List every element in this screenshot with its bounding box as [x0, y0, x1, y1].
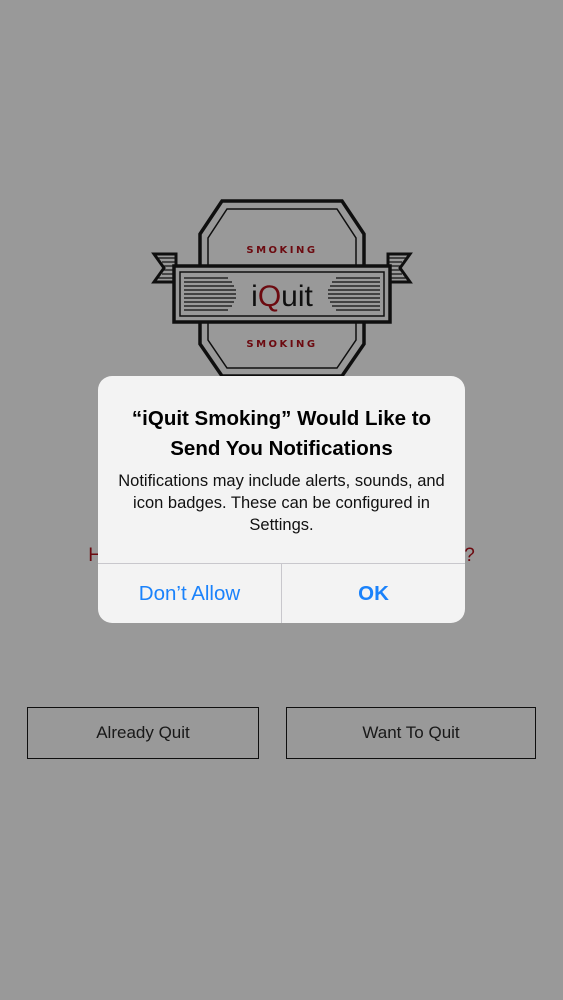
notification-permission-alert: “iQuit Smoking” Would Like to Send You N…	[98, 376, 465, 623]
dont-allow-button[interactable]: Don’t Allow	[98, 564, 281, 623]
ok-button[interactable]: OK	[282, 564, 465, 623]
alert-title: “iQuit Smoking” Would Like to Send You N…	[131, 407, 432, 460]
alert-message: Notifications may include alerts, sounds…	[118, 472, 445, 534]
